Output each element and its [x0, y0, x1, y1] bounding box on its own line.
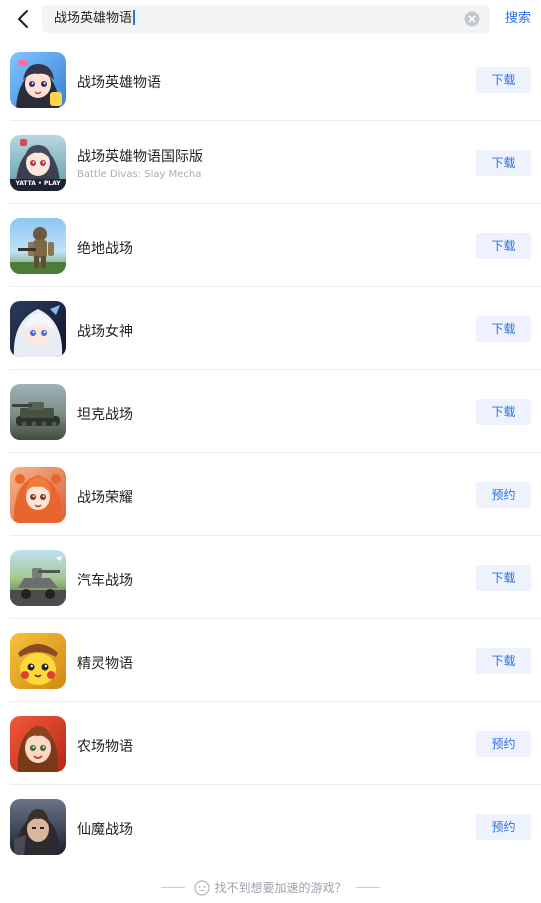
list-item[interactable]: 战场英雄物语 下载: [0, 38, 541, 121]
yatta-play-badge: YATTA • PLAY: [15, 180, 61, 187]
download-button[interactable]: 下载: [476, 648, 531, 674]
list-item[interactable]: 农场物语 预约: [0, 702, 541, 785]
list-item[interactable]: YATTA • PLAY 战场英雄物语国际版 Battle Divas: Sla…: [0, 121, 541, 204]
face-icon: [194, 879, 211, 896]
divider-right: [355, 887, 380, 888]
list-item[interactable]: 绝地战场 下载: [0, 204, 541, 287]
game-name: 战场荣耀: [77, 490, 133, 506]
download-button[interactable]: 下载: [476, 565, 531, 591]
anime-girl-yatta-play-icon: YATTA • PLAY: [10, 135, 66, 191]
reserve-button[interactable]: 预约: [476, 731, 531, 757]
orange-hair-girl-icon: [10, 467, 66, 523]
download-button[interactable]: 下载: [476, 67, 531, 93]
white-hair-girl-icon: [10, 301, 66, 357]
parachute-soldier-icon: [10, 218, 66, 274]
game-name: 汽车战场: [77, 573, 133, 589]
game-name: 战场女神: [77, 324, 133, 340]
list-item[interactable]: 汽车战场 下载: [0, 536, 541, 619]
list-item[interactable]: 仙魔战场 预约: [0, 785, 541, 868]
anime-girl-game-icon: [10, 52, 66, 108]
back-button[interactable]: [10, 5, 36, 33]
divider-left: [161, 887, 186, 888]
text-caret: [133, 10, 135, 25]
game-name: 绝地战场: [77, 241, 133, 257]
feedback-footer[interactable]: 找不到想要加速的游戏？: [0, 872, 541, 903]
feedback-link[interactable]: 找不到想要加速的游戏？: [214, 879, 346, 896]
farm-girl-icon: [10, 716, 66, 772]
download-button[interactable]: 下载: [476, 316, 531, 342]
tank-icon: [10, 384, 66, 440]
list-item[interactable]: 精灵物语 下载: [0, 619, 541, 702]
game-name: 战场英雄物语国际版: [77, 149, 203, 165]
dark-warrior-icon: [10, 799, 66, 855]
search-query: 战场英雄物语: [54, 11, 133, 26]
chevron-left-icon: [18, 10, 28, 28]
car-battle-icon: [10, 550, 66, 606]
game-name: 精灵物语: [77, 656, 133, 672]
search-header: 战场英雄物语 搜索: [0, 0, 541, 38]
game-name: 坦克战场: [77, 407, 133, 423]
download-button[interactable]: 下载: [476, 233, 531, 259]
download-button[interactable]: 下载: [476, 399, 531, 425]
search-input[interactable]: 战场英雄物语: [42, 5, 490, 33]
game-name: 仙魔战场: [77, 822, 133, 838]
list-item[interactable]: 坦克战场 下载: [0, 370, 541, 453]
pikachu-detective-icon: [10, 633, 66, 689]
game-subtitle: Battle Divas: Slay Mecha: [77, 169, 202, 180]
reserve-button[interactable]: 预约: [476, 482, 531, 508]
clear-icon[interactable]: [464, 11, 480, 27]
game-name: 战场英雄物语: [77, 75, 161, 91]
game-name: 农场物语: [77, 739, 133, 755]
list-item[interactable]: 战场荣耀 预约: [0, 453, 541, 536]
search-button[interactable]: 搜索: [498, 5, 538, 33]
game-list: 战场英雄物语 下载 YATTA • PLAY 战场英雄物语国际版 Battle …: [0, 38, 541, 868]
list-item[interactable]: 战场女神 下载: [0, 287, 541, 370]
reserve-button[interactable]: 预约: [476, 814, 531, 840]
download-button[interactable]: 下载: [476, 150, 531, 176]
